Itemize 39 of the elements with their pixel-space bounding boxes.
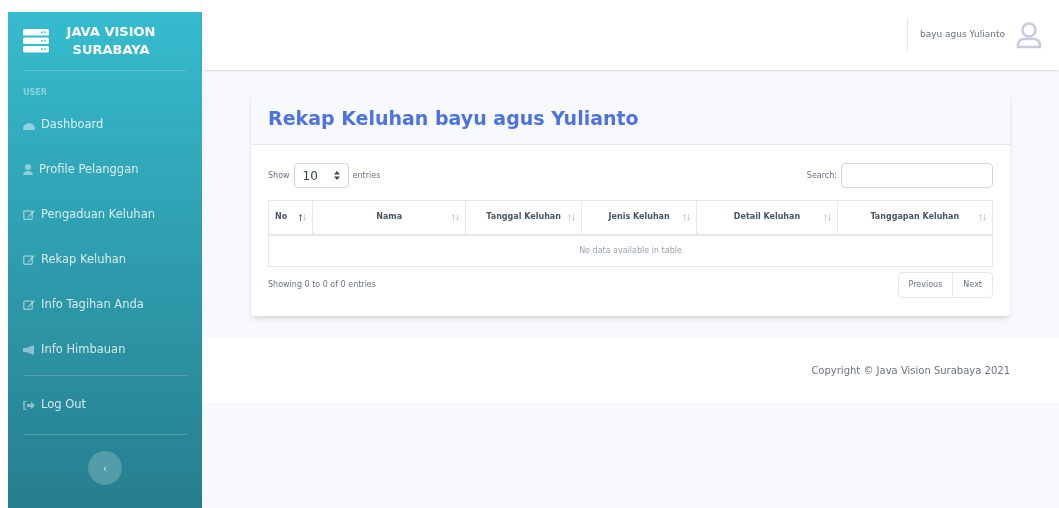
empty-table-message: No data available in table [268,234,993,267]
sign-out-icon [23,400,35,410]
column-header[interactable]: No [268,200,313,235]
sidebar-item[interactable]: Info Himbauan [23,327,187,372]
edit-icon [23,254,35,265]
column-header[interactable]: Jenis Keluhan [581,200,697,235]
show-label: Show [268,169,290,182]
server-logo-icon [23,29,49,53]
sort-arrows-icon [452,213,460,221]
logout-link[interactable]: Log Out [23,376,187,434]
search-label: Search: [806,169,837,182]
megaphone-icon [23,344,35,355]
copyright-text: Copyright © Java Vision Surabaya 2021 [811,364,1010,378]
entries-label: entries [352,169,381,182]
user-icon[interactable] [1015,21,1043,49]
pagination-button[interactable]: Next [952,273,992,297]
user-name[interactable]: bayu agus Yulianto [919,28,1005,42]
sort-caret-icon [333,171,340,180]
sidebar-heading: USER [23,87,47,99]
sort-arrows-icon [567,213,575,221]
edit-icon [23,209,35,220]
table-info: Showing 0 to 0 of 0 entries [268,279,376,291]
search-field[interactable] [841,163,993,188]
sort-arrows-icon [683,213,691,221]
card-title: Rekap Keluhan bayu agus Yulianto [268,106,639,132]
column-header[interactable]: Tanggapan Keluhan [837,200,993,235]
brand-title: JAVA VISION SURABAYA [64,23,157,59]
sidebar-item[interactable]: Info Tagihan Anda [23,282,187,327]
user-icon [23,164,33,175]
edit-icon [23,299,35,310]
sort-arrows-icon [979,213,986,221]
column-header[interactable]: Detail Keluhan [696,200,838,235]
sort-arrows-icon [823,213,831,221]
sidebar-toggle-button[interactable]: ‹ [88,451,122,485]
pagination-button[interactable]: Previous [898,273,953,297]
sort-arrows-icon [298,213,306,221]
column-header[interactable]: Tanggal Keluhan [465,200,582,235]
column-header[interactable]: Nama [312,200,466,235]
entries-dropdown[interactable]: 10 [293,163,349,188]
